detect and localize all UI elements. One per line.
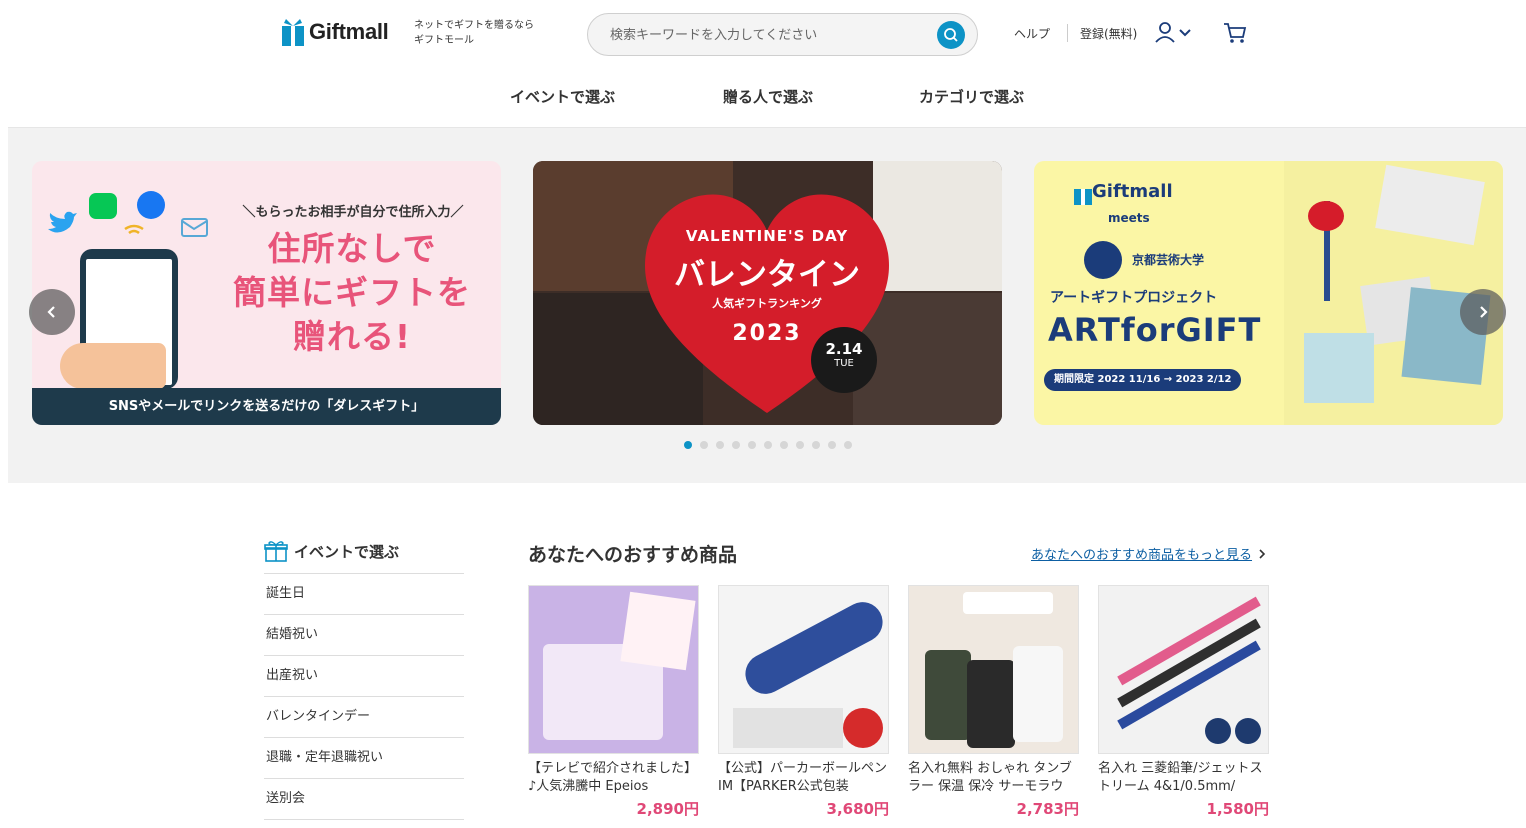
nav-event[interactable]: イベントで選ぶ <box>510 86 615 107</box>
art-banner-meets: meets <box>1108 211 1150 225</box>
section-title: あなたへのおすすめ商品 <box>528 544 738 566</box>
twitter-icon <box>48 211 77 233</box>
search-icon <box>944 28 958 42</box>
product-name[interactable]: 名入れ 三菱鉛筆/ジェットストリーム 4&1/0.5mm/ <box>1098 760 1269 796</box>
product-image[interactable] <box>718 585 889 754</box>
carousel-dots <box>684 441 852 449</box>
chevron-right-icon <box>1259 548 1266 559</box>
valentine-ranking: 人気ギフトランキング <box>712 297 822 310</box>
carousel-dot[interactable] <box>780 441 788 449</box>
anthurium-flower <box>1308 201 1344 231</box>
carousel-dot[interactable] <box>796 441 804 449</box>
banner-title-line-2: 簡単にギフトを <box>233 273 471 312</box>
sidebar-item-farewell[interactable]: 送別会 <box>264 779 464 820</box>
product-card[interactable]: 名入れ無料 おしゃれ タンブラー 保温 保冷 サーモラウ 2,783円 <box>908 585 1079 819</box>
gift-logo-icon <box>282 18 304 46</box>
banner-subtitle: ＼もらったお相手が自分で住所入力／ <box>242 205 464 220</box>
see-more-link[interactable]: あなたへのおすすめ商品をもっと見る <box>1031 544 1268 563</box>
carousel-dot[interactable] <box>844 441 852 449</box>
product-image[interactable] <box>1098 585 1269 754</box>
carousel-dot[interactable] <box>748 441 756 449</box>
see-more-label: あなたへのおすすめ商品をもっと見る <box>1031 548 1253 563</box>
help-link[interactable]: ヘルプ <box>1014 25 1050 42</box>
product-image[interactable] <box>528 585 699 754</box>
sidebar-item-birthday[interactable]: 誕生日 <box>264 574 464 615</box>
sidebar-item-wedding[interactable]: 結婚祝い <box>264 615 464 656</box>
account-menu-button[interactable] <box>1154 20 1194 46</box>
cart-icon <box>1224 23 1247 43</box>
register-link[interactable]: 登録(無料) <box>1080 25 1137 42</box>
valentine-title: バレンタイン <box>674 257 860 293</box>
chevron-down-icon <box>1179 29 1191 37</box>
carousel-dot[interactable] <box>732 441 740 449</box>
art-banner-university: 京都芸術大学 <box>1132 253 1205 267</box>
gift-logo-icon <box>1074 189 1092 205</box>
valentine-date-badge: 2.14 TUE <box>811 327 877 393</box>
search-box <box>587 13 978 56</box>
product-name[interactable]: 【テレビで紹介されました】♪人気沸騰中 Epeios <box>528 760 699 796</box>
university-seal <box>1084 241 1122 279</box>
hero-carousel: ＼もらったお相手が自分で住所入力／ 住所なしで 簡単にギフトを 贈れる! SNS… <box>8 128 1526 483</box>
carousel-dot[interactable] <box>716 441 724 449</box>
valentine-date: 2.14 <box>825 340 863 358</box>
chevron-left-icon <box>47 306 55 318</box>
nav-recipient[interactable]: 贈る人で選ぶ <box>723 86 813 107</box>
banner-valentine[interactable]: VALENTINE'S DAY バレンタイン 人気ギフトランキング 2023 2… <box>533 161 1002 425</box>
tagline-line-1: ネットでギフトを贈るなら <box>414 20 534 31</box>
banner-art-for-gift[interactable]: Giftmall meets 京都芸術大学 アートギフトプロジェクト ARTfo… <box>1034 161 1503 425</box>
carousel-dot[interactable] <box>700 441 708 449</box>
product-price: 1,580円 <box>1206 800 1269 818</box>
search-button[interactable] <box>937 21 965 49</box>
banner-footer: SNSやメールでリンクを送るだけの「ダレスギフト」 <box>32 388 501 425</box>
valentine-weekday: TUE <box>834 358 854 369</box>
product-name[interactable]: 名入れ無料 おしゃれ タンブラー 保温 保冷 サーモラウ <box>908 760 1079 796</box>
product-image[interactable] <box>908 585 1079 754</box>
carousel-next-button[interactable] <box>1460 289 1506 335</box>
carousel-dot[interactable] <box>764 441 772 449</box>
tagline-line-2: ギフトモール <box>414 35 474 46</box>
art-banner-project: アートギフトプロジェクト <box>1050 290 1218 306</box>
nav-category[interactable]: カテゴリで選ぶ <box>919 86 1024 107</box>
facebook-icon <box>137 191 165 219</box>
sidebar-event-list: 誕生日 結婚祝い 出産祝い バレンタインデー 退職・定年退職祝い 送別会 <box>264 573 464 820</box>
mail-icon <box>181 218 208 237</box>
carousel-dot[interactable] <box>684 441 692 449</box>
sidebar-item-valentine[interactable]: バレンタインデー <box>264 697 464 738</box>
valentine-label: VALENTINE'S DAY <box>685 227 849 245</box>
sidebar-heading: イベントで選ぶ <box>264 540 399 562</box>
product-card[interactable]: 【公式】パーカーボールペンIM【PARKER公式包装 3,680円 <box>718 585 889 819</box>
carousel-dot[interactable] <box>812 441 820 449</box>
product-price: 3,680円 <box>826 800 889 818</box>
sidebar-item-retirement[interactable]: 退職・定年退職祝い <box>264 738 464 779</box>
header-divider <box>1067 24 1068 42</box>
site-logo[interactable]: Giftmall <box>282 18 389 46</box>
product-price: 2,890円 <box>636 800 699 818</box>
banner-title-line-3: 贈れる! <box>292 317 412 356</box>
product-price: 2,783円 <box>1016 800 1079 818</box>
user-icon <box>1155 22 1175 43</box>
line-icon <box>89 193 117 219</box>
hand-illustration <box>60 343 166 389</box>
logo-text: Giftmall <box>309 19 389 44</box>
cart-button[interactable] <box>1222 20 1248 46</box>
chevron-right-icon <box>1480 306 1488 318</box>
tagline: ネットでギフトを贈るなら ギフトモール <box>414 18 534 48</box>
gift-icon <box>264 541 288 562</box>
art-banner-logo: Giftmall <box>1092 181 1173 202</box>
carousel-dot[interactable] <box>828 441 836 449</box>
art-banner-title: ARTforGIFT <box>1048 311 1262 349</box>
carousel-prev-button[interactable] <box>29 289 75 335</box>
banner-dearless-gift[interactable]: ＼もらったお相手が自分で住所入力／ 住所なしで 簡単にギフトを 贈れる! SNS… <box>32 161 501 425</box>
product-card[interactable]: 名入れ 三菱鉛筆/ジェットストリーム 4&1/0.5mm/ 1,580円 <box>1098 585 1269 819</box>
site-header: Giftmall ネットでギフトを贈るなら ギフトモール ヘルプ 登録(無料) <box>8 0 1526 128</box>
sidebar-item-birth[interactable]: 出産祝い <box>264 656 464 697</box>
artwork-image <box>1304 333 1374 403</box>
search-input[interactable] <box>610 25 930 45</box>
banner-title-line-1: 住所なしで <box>267 229 437 268</box>
banner-title: 住所なしで 簡単にギフトを 贈れる! <box>212 227 492 359</box>
product-name[interactable]: 【公式】パーカーボールペンIM【PARKER公式包装 <box>718 760 889 796</box>
art-banner-period: 期間限定 2022 11/16 → 2023 2/12 <box>1044 369 1242 391</box>
product-card[interactable]: 【テレビで紹介されました】♪人気沸騰中 Epeios 2,890円 <box>528 585 699 819</box>
sidebar-heading-label: イベントで選ぶ <box>294 542 400 561</box>
